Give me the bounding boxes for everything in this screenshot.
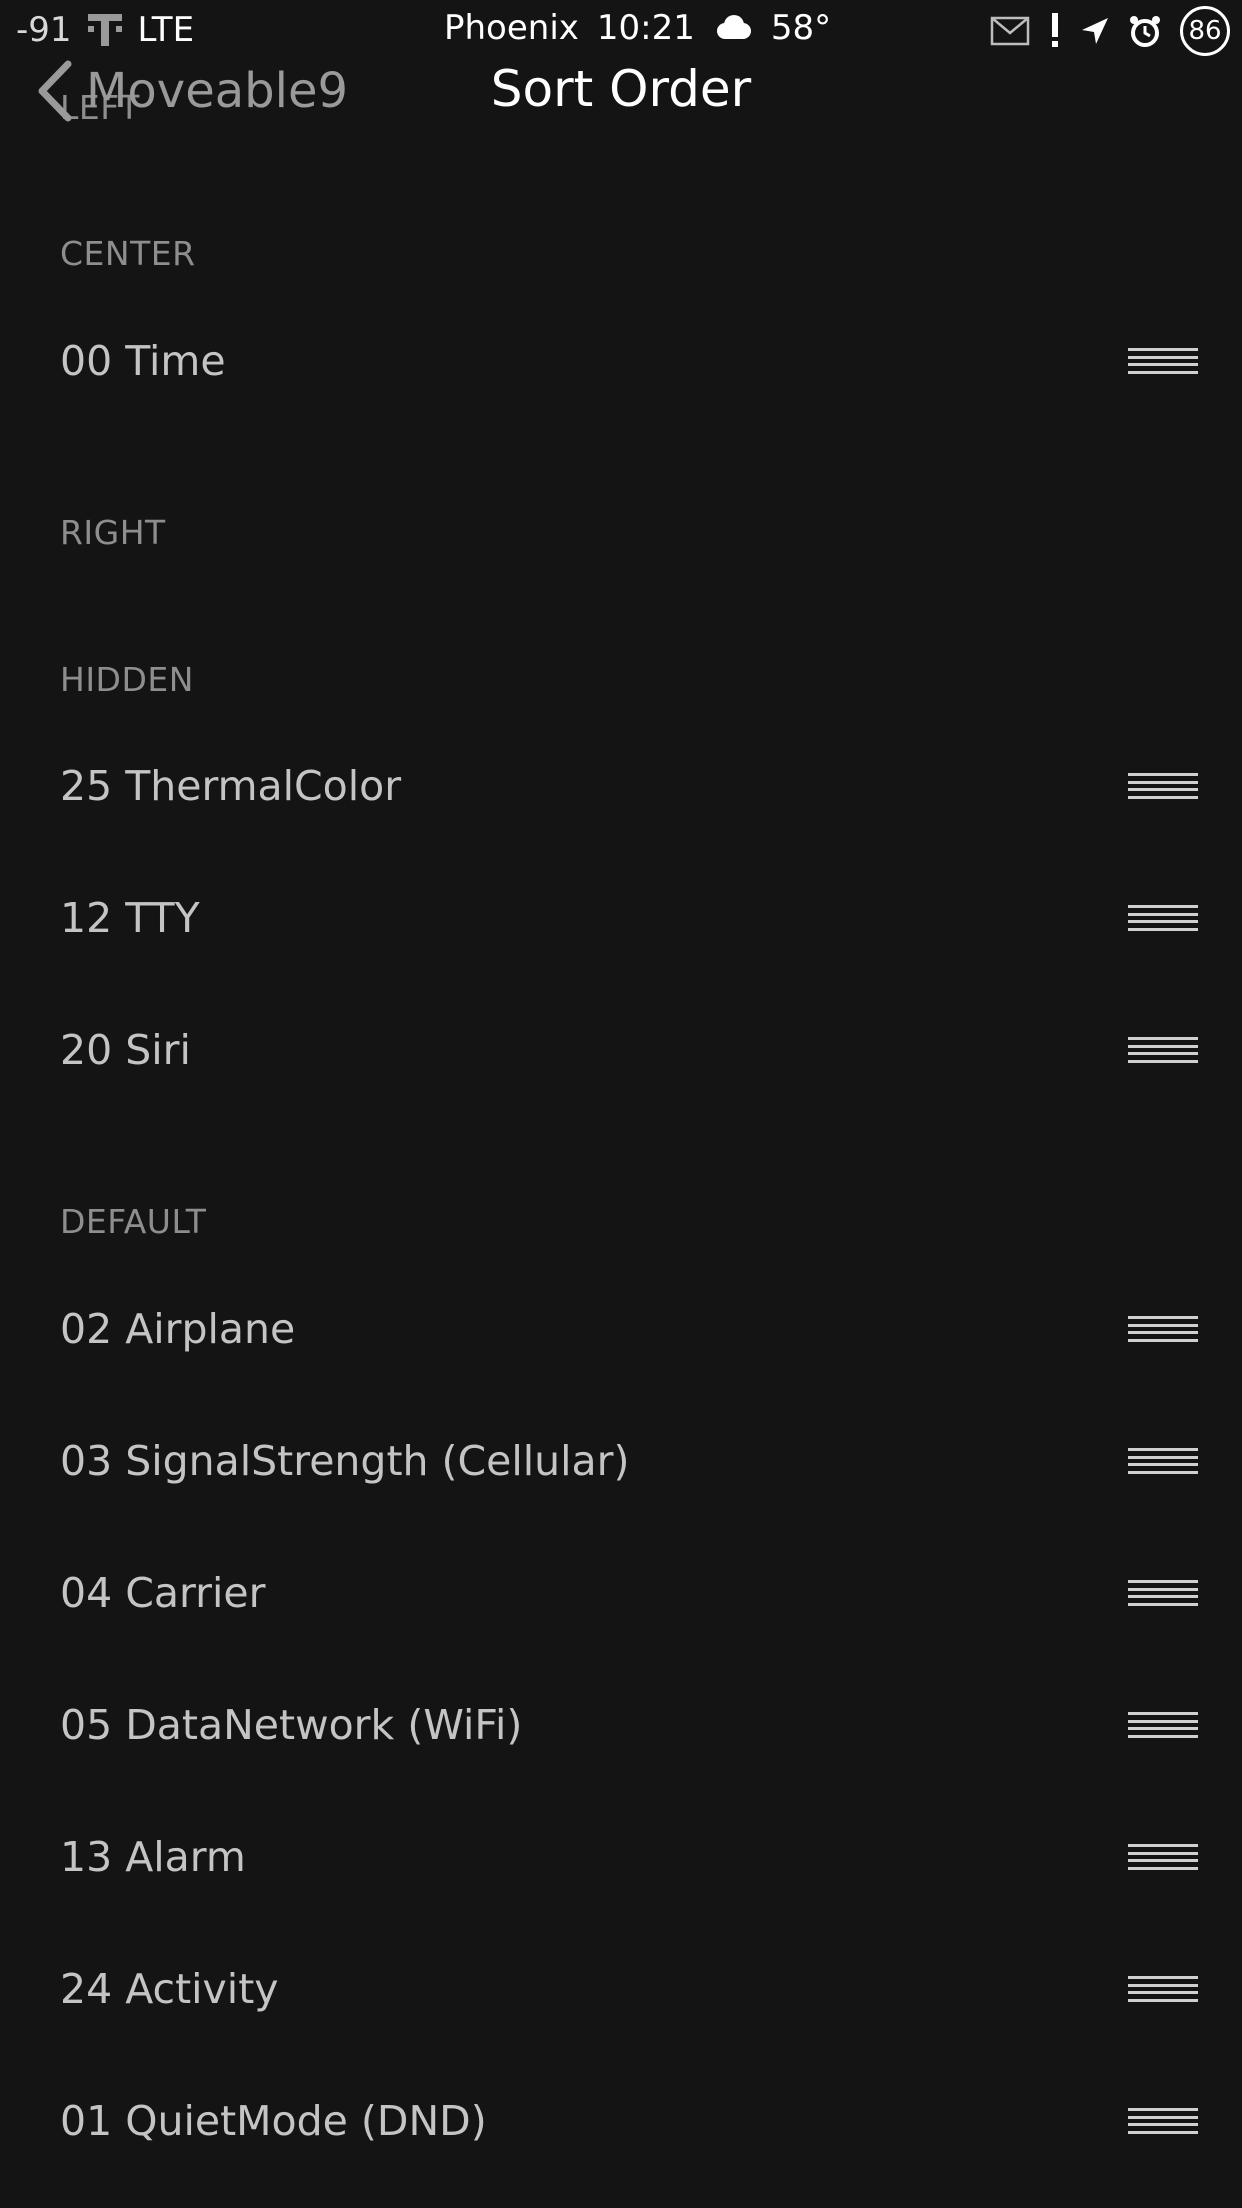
drag-handle-icon[interactable] [1128,1314,1198,1344]
list-item-label: 24 Activity [60,1965,279,2013]
list-item-tty[interactable]: 12 TTY [0,852,1242,984]
list-item-signalstrength[interactable]: 03 SignalStrength (Cellular) [0,1395,1242,1527]
temperature: 58° [770,8,832,48]
list-item-label: 25 ThermalColor [60,762,402,810]
page-title: Sort Order [490,60,752,118]
list-item-time[interactable]: 00 Time [0,295,1242,427]
drag-handle-icon[interactable] [1128,1842,1198,1872]
mail-icon [990,16,1030,46]
list-item-thermalcolor[interactable]: 25 ThermalColor [0,720,1242,852]
list-item-activity[interactable]: 24 Activity [0,1923,1242,2055]
list-item-label: 05 DataNetwork (WiFi) [60,1701,523,1749]
list-item-label: 01 QuietMode (DND) [60,2097,487,2145]
city-label: Phoenix [444,8,579,48]
list-item-quietmode[interactable]: 01 QuietMode (DND) [0,2055,1242,2187]
list-item-datanetwork[interactable]: 05 DataNetwork (WiFi) [0,1659,1242,1791]
alarm-clock-icon [1130,16,1160,47]
list-item-label: 03 SignalStrength (Cellular) [60,1437,630,1485]
list-item-airplane[interactable]: 02 Airplane [0,1263,1242,1395]
list-item-label: 12 TTY [60,894,200,942]
drag-handle-icon[interactable] [1128,1578,1198,1608]
list-item-siri[interactable]: 20 Siri [0,984,1242,1116]
section-header-hidden: HIDDEN [60,660,194,699]
navigation-bar: Moveable9 Sort Order [0,50,1242,130]
drag-handle-icon[interactable] [1128,1974,1198,2004]
drag-handle-icon[interactable] [1128,1446,1198,1476]
status-bar-left: -91 LTE [16,10,194,50]
clock: 10:21 [596,8,695,48]
list-item-label: 13 Alarm [60,1833,246,1881]
list-item-carrier[interactable]: 04 Carrier [0,1527,1242,1659]
cloud-icon [716,15,751,39]
signal-strength: -91 [16,10,72,50]
section-header-center: CENTER [60,234,196,273]
drag-handle-icon[interactable] [1128,1035,1198,1065]
location-arrow-icon [1082,18,1108,44]
drag-handle-icon[interactable] [1128,771,1198,801]
status-bar-right: 86 [990,6,1230,56]
drag-handle-icon[interactable] [1128,1710,1198,1740]
list-item-label: 20 Siri [60,1026,191,1074]
carrier-logo-icon [87,14,122,46]
list-item-alarm[interactable]: 13 Alarm [0,1791,1242,1923]
battery-level: 86 [1188,16,1222,46]
network-type: LTE [137,10,195,50]
list-item-label: 04 Carrier [60,1569,266,1617]
status-bar-center: Phoenix 10:21 58° [444,8,831,48]
exclamation-icon [1052,13,1058,47]
list-item-label: 02 Airplane [60,1305,296,1353]
battery-indicator: 86 [1180,6,1230,56]
drag-handle-icon[interactable] [1128,346,1198,376]
drag-handle-icon[interactable] [1128,903,1198,933]
section-header-right: RIGHT [60,513,166,552]
list-item-label: 00 Time [60,337,226,385]
drag-handle-icon[interactable] [1128,2106,1198,2136]
section-header-default: DEFAULT [60,1202,207,1241]
